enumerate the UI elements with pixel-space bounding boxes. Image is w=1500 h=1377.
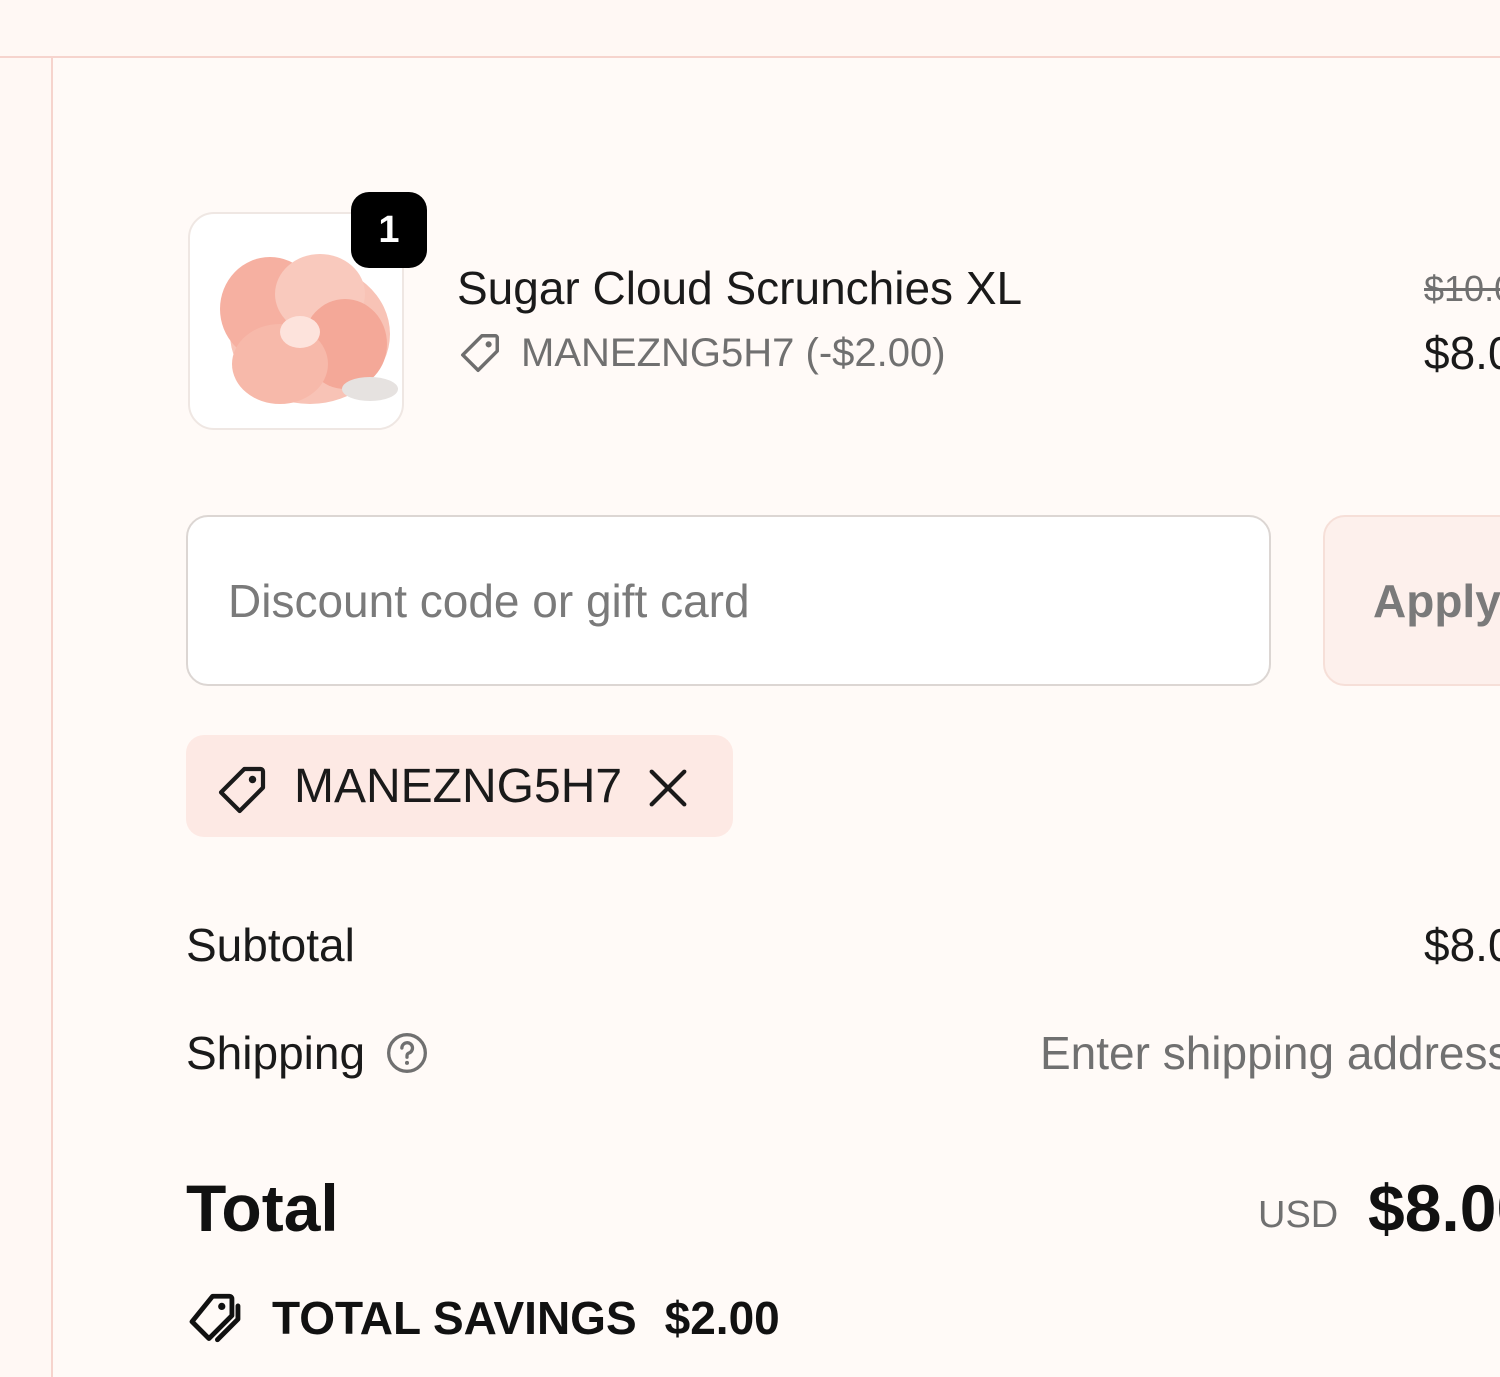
left-panel-edge xyxy=(0,58,51,1377)
total-label: Total xyxy=(186,1171,339,1245)
total-value: $8.00 xyxy=(1368,1171,1500,1245)
subtotal-label: Subtotal xyxy=(186,919,355,971)
quantity-badge: 1 xyxy=(351,192,427,268)
original-price: $10.00 xyxy=(1424,268,1500,309)
tag-icon xyxy=(461,334,499,372)
currency-code: USD xyxy=(1258,1194,1339,1236)
product-name: Sugar Cloud Scrunchies XL xyxy=(457,262,1023,314)
header-bar xyxy=(0,0,1500,58)
subtotal-value: $8.00 xyxy=(1424,919,1500,971)
line-discount: MANEZNG5H7 (-$2.00) xyxy=(457,326,946,380)
apply-button[interactable]: Apply xyxy=(1323,515,1500,686)
panel-divider xyxy=(51,58,53,1377)
applied-code-label: MANEZNG5H7 xyxy=(294,760,623,813)
line-discount-label: MANEZNG5H7 (-$2.00) xyxy=(521,330,946,375)
discounted-price: $8.00 xyxy=(1424,327,1500,379)
help-icon[interactable] xyxy=(385,1031,429,1075)
total-savings: TOTAL SAVINGS $2.00 xyxy=(186,1290,780,1346)
remove-code-icon[interactable] xyxy=(640,760,696,816)
savings-label: TOTAL SAVINGS xyxy=(272,1292,637,1344)
discount-code-input[interactable] xyxy=(186,515,1271,686)
shipping-value: Enter shipping address xyxy=(1040,1027,1500,1079)
tags-icon xyxy=(189,1293,241,1343)
shipping-label: Shipping xyxy=(186,1027,366,1079)
shipping-row-label: Shipping xyxy=(186,1026,429,1080)
savings-amount: $2.00 xyxy=(664,1292,780,1344)
tag-icon xyxy=(218,766,266,814)
applied-code-chip: MANEZNG5H7 xyxy=(186,735,733,837)
